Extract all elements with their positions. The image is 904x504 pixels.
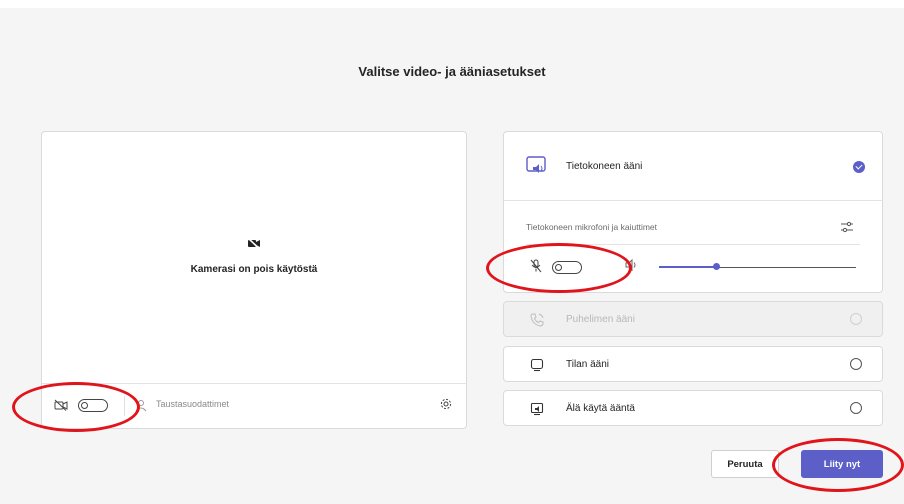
phone-audio-icon xyxy=(530,313,544,332)
device-settings-icon[interactable] xyxy=(840,220,854,238)
volume-slider-thumb[interactable] xyxy=(713,263,720,270)
mic-off-icon xyxy=(530,259,542,278)
camera-toggle[interactable] xyxy=(78,399,108,412)
background-filters-button[interactable]: Taustasuodattimet xyxy=(156,399,229,409)
camera-off-label: Kamerasi on pois käytöstä xyxy=(190,264,318,275)
camera-off-placeholder: Kamerasi on pois käytöstä xyxy=(42,236,466,275)
microphone-toggle[interactable] xyxy=(552,261,582,274)
background-filters-icon[interactable] xyxy=(134,398,148,417)
device-divider xyxy=(526,244,860,245)
top-strip xyxy=(0,0,904,8)
camera-off-small-icon xyxy=(54,398,68,416)
room-audio-option[interactable]: Tilan ääni xyxy=(503,346,883,382)
video-controls-bar: Taustasuodattimet xyxy=(42,383,466,428)
computer-audio-option[interactable]: Tietokoneen ääni Tietokoneen mikrofoni j… xyxy=(503,131,883,293)
computer-audio-row[interactable]: Tietokoneen ääni xyxy=(504,132,882,201)
cancel-button[interactable]: Peruuta xyxy=(711,450,779,478)
dialog-title: Valitse video- ja ääniasetukset xyxy=(358,64,546,79)
option-label: Älä käytä ääntä xyxy=(566,403,635,414)
computer-audio-icon xyxy=(526,156,548,181)
video-preview: Kamerasi on pois käytöstä Taustasuodatti… xyxy=(41,131,467,429)
no-audio-option[interactable]: Älä käytä ääntä xyxy=(503,390,883,426)
toolbar-divider xyxy=(124,396,125,416)
option-label: Tilan ääni xyxy=(566,359,609,370)
volume-slider-fill xyxy=(659,266,716,268)
radio-button xyxy=(850,313,862,325)
radio-button[interactable] xyxy=(850,358,862,370)
speaker-icon xyxy=(624,258,638,277)
no-audio-icon xyxy=(530,402,544,421)
settings-icon[interactable] xyxy=(439,397,453,416)
device-label: Tietokoneen mikrofoni ja kaiuttimet xyxy=(526,222,658,232)
room-audio-icon xyxy=(530,358,544,377)
phone-audio-option: Puhelimen ääni xyxy=(503,301,883,337)
camera-off-icon xyxy=(247,236,261,254)
join-now-button[interactable]: Liity nyt xyxy=(801,450,883,478)
option-label: Tietokoneen ääni xyxy=(566,161,643,172)
checkmark-icon xyxy=(853,161,865,173)
radio-button[interactable] xyxy=(850,402,862,414)
option-label: Puhelimen ääni xyxy=(566,314,635,325)
